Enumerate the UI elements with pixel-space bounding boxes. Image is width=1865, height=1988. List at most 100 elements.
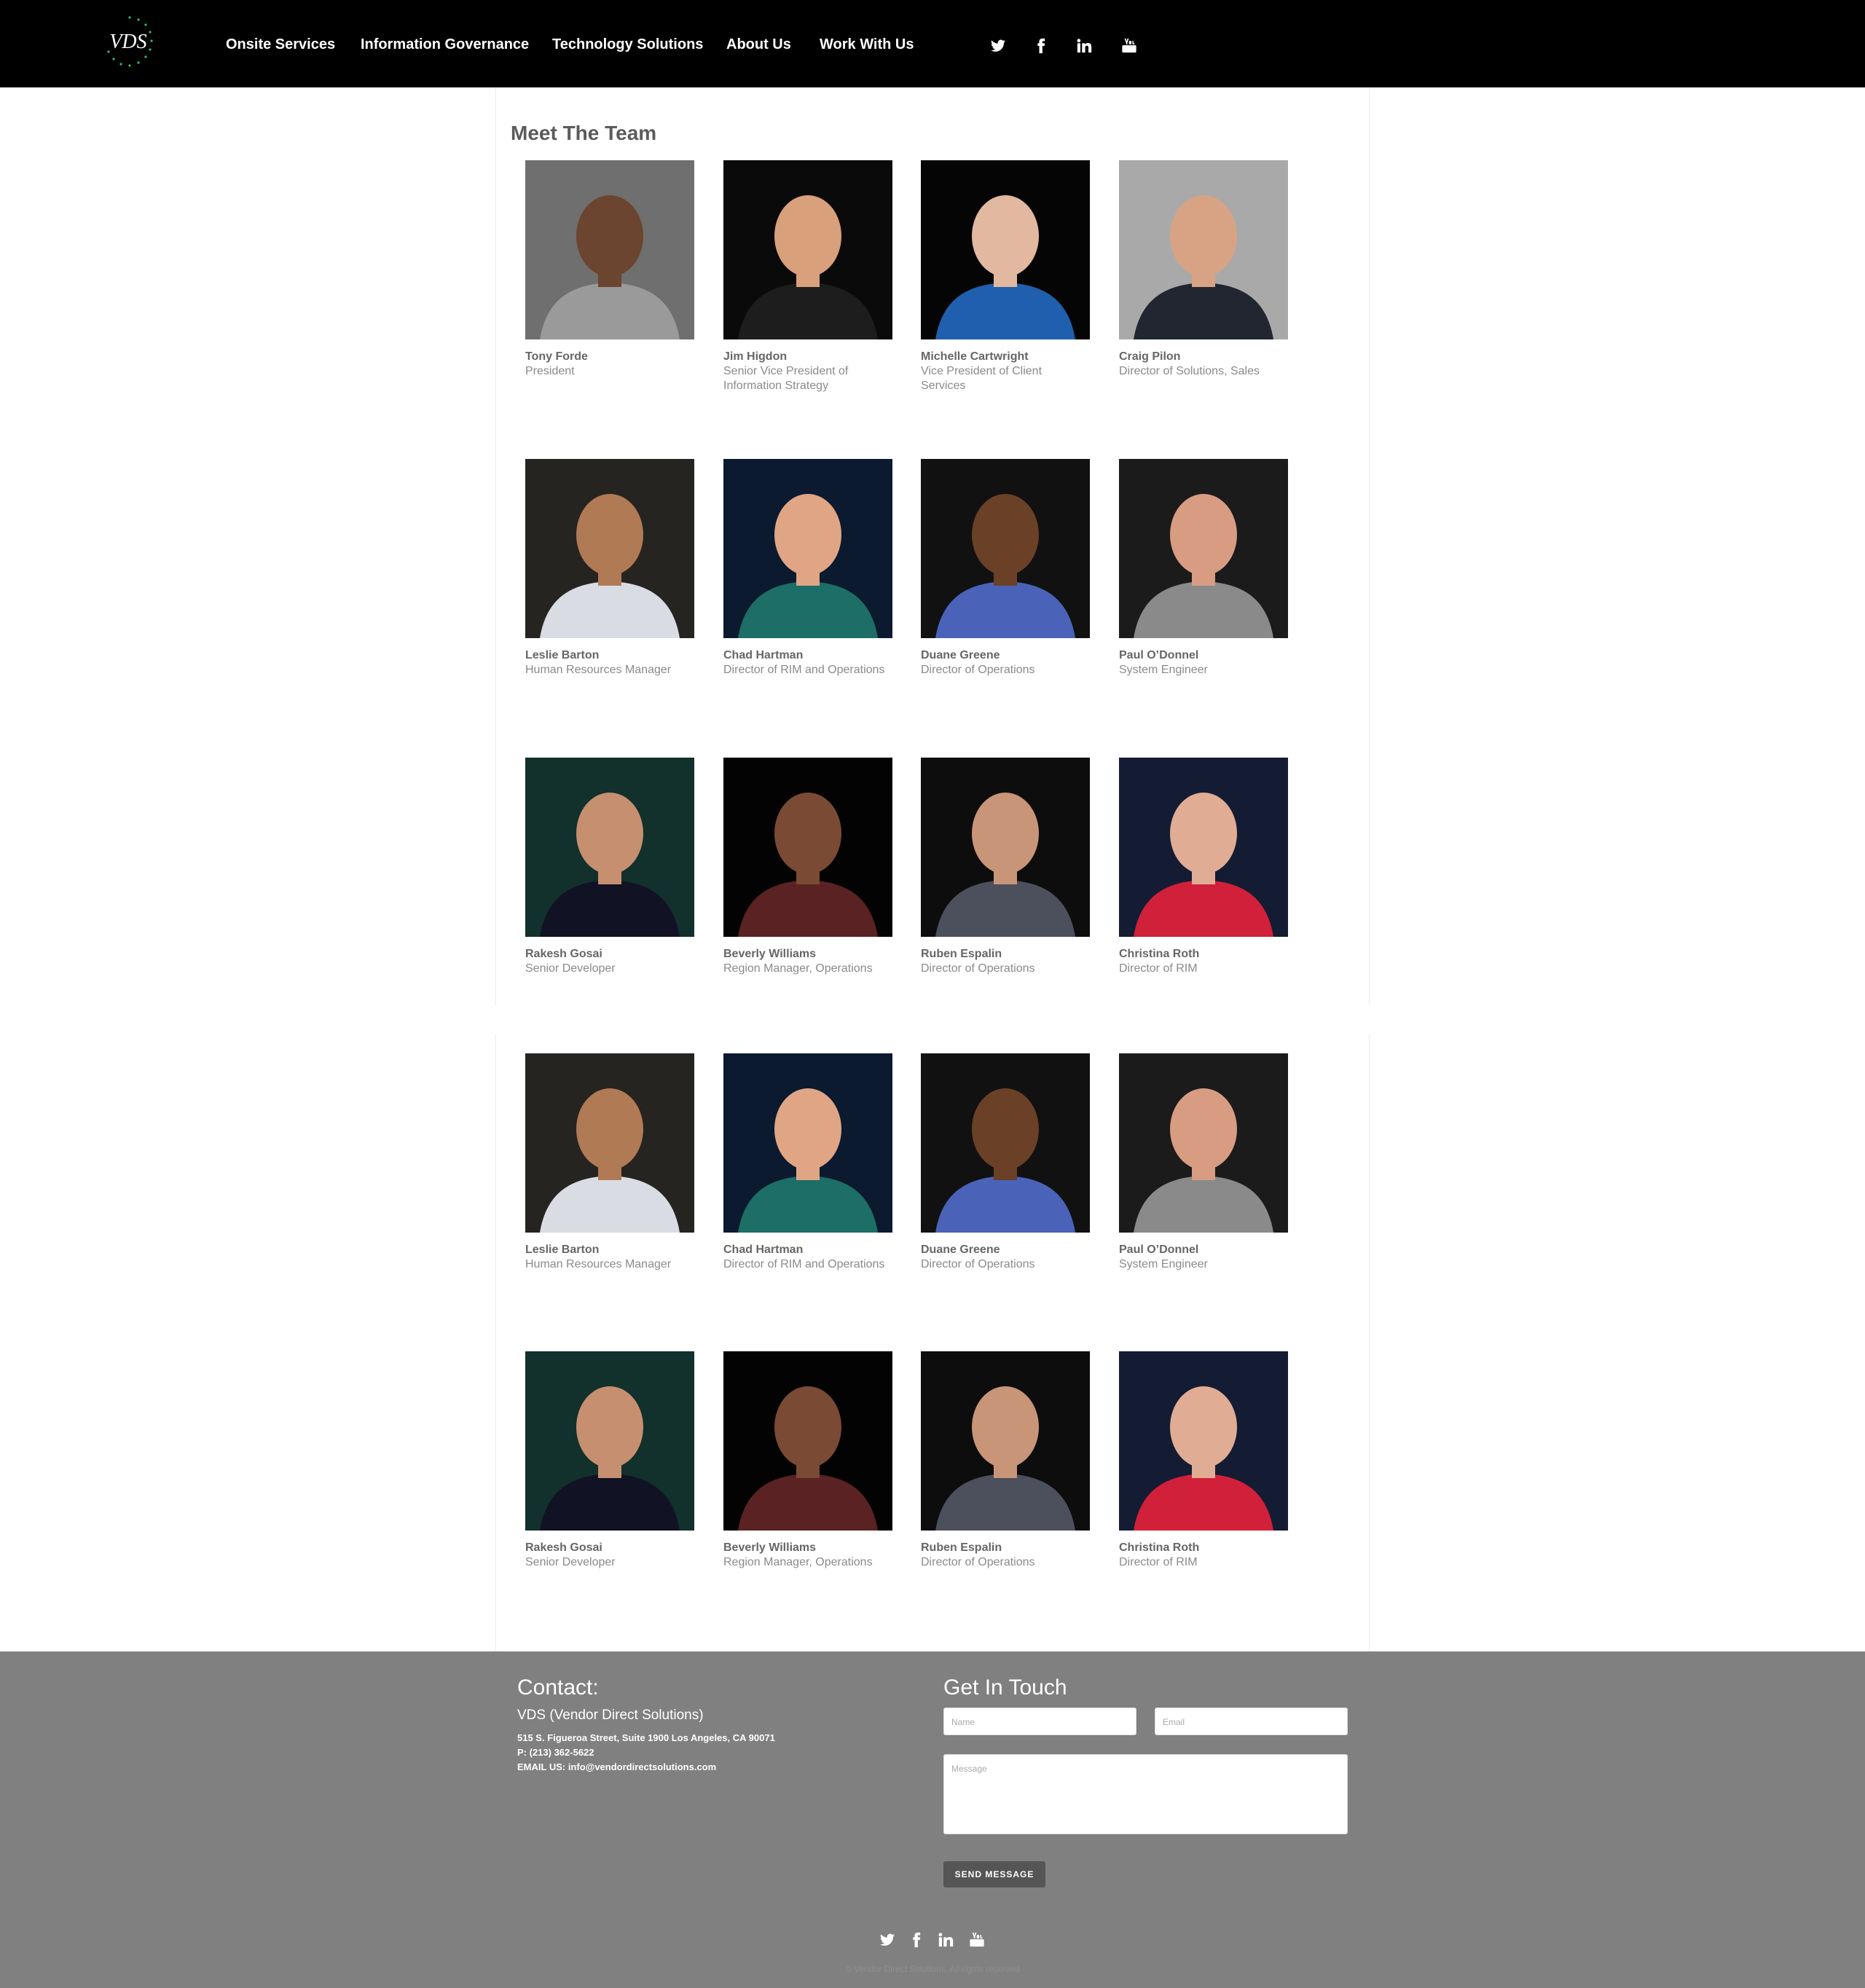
team-member-role: Director of Operations	[921, 1556, 1035, 1568]
nav-work-with-us[interactable]: Work With Us	[820, 36, 914, 53]
team-member-photo	[921, 1053, 1090, 1233]
team-member-photo	[525, 758, 694, 937]
team-member-role: Director of Operations	[921, 664, 1035, 676]
footer-linkedin-icon[interactable]	[935, 1929, 957, 1951]
team-member-card: Ruben Espalin Director of Operations	[921, 758, 1090, 976]
team-member-photo	[525, 1351, 694, 1531]
team-member-role: System Engineer	[1119, 664, 1208, 676]
company-name: VDS (Vendor Direct Solutions)	[517, 1708, 704, 1723]
message-textarea[interactable]: Message	[943, 1754, 1348, 1834]
send-message-button[interactable]: SEND MESSAGE	[943, 1861, 1045, 1887]
team-member-role: Vice President of Client	[921, 365, 1043, 377]
twitter-icon[interactable]	[987, 35, 1009, 57]
team-member-name: Jim Higdon	[723, 350, 788, 363]
team-member-photo	[921, 1351, 1090, 1531]
contact-phone: P: (213) 362-5622	[517, 1747, 594, 1758]
team-member-role: Senior Vice President of	[723, 365, 849, 377]
team-member-role: Director of Solutions, Sales	[1119, 365, 1260, 377]
team-member-role: Region Manager, Operations	[723, 962, 873, 975]
footer-facebook-icon[interactable]	[906, 1929, 927, 1951]
team-member-role: Region Manager, Operations	[723, 1556, 873, 1568]
team-member-card: Duane Greene Director of Operations	[921, 1053, 1090, 1272]
team-member-card: Michelle Cartwright Vice President of Cli…	[921, 160, 1090, 393]
team-member-photo	[525, 459, 694, 638]
nav-information-governance[interactable]: Information Governance	[361, 36, 529, 53]
team-member-name: Duane Greene	[921, 649, 1000, 661]
contact-heading: Contact:	[517, 1675, 599, 1700]
team-member-name: Michelle Cartwright	[921, 350, 1029, 363]
contact-address: 515 S. Figueroa Street, Suite 1900 Los A…	[517, 1732, 775, 1743]
footer-twitter-icon[interactable]	[876, 1929, 898, 1951]
site-footer	[0, 1651, 1865, 1988]
team-member-role: Director of RIM	[1119, 962, 1198, 975]
team-member-card: Rakesh Gosai Senior Developer	[525, 758, 694, 976]
name-input[interactable]: Name	[943, 1708, 1136, 1735]
team-member-photo	[921, 160, 1090, 339]
team-member-name: Ruben Espalin	[921, 1541, 1002, 1554]
facebook-icon[interactable]	[1030, 35, 1052, 57]
team-member-card: Paul O’Donnel System Engineer	[1119, 459, 1288, 677]
team-member-photo	[921, 459, 1090, 638]
team-member-role: Director of RIM	[1119, 1556, 1198, 1568]
team-member-card: Duane Greene Director of Operations	[921, 459, 1090, 677]
team-member-card: Leslie Barton Human Resources Manager	[525, 1053, 694, 1272]
team-member-photo	[525, 160, 694, 339]
email-input[interactable]: Email	[1155, 1708, 1348, 1735]
team-member-role: Director of Operations	[921, 1258, 1035, 1270]
nav-about-us[interactable]: About Us	[726, 36, 791, 53]
team-member-name: Leslie Barton	[525, 649, 600, 661]
nav-onsite-services[interactable]: Onsite Services	[226, 36, 335, 53]
team-member-role: Senior Developer	[525, 1556, 616, 1568]
vds-logo[interactable]: VDS	[101, 13, 159, 74]
team-member-photo	[1119, 459, 1288, 638]
team-member-name: Tony Forde	[525, 350, 588, 363]
linkedin-icon[interactable]	[1073, 35, 1095, 57]
team-member-card: Paul O’Donnel System Engineer	[1119, 1053, 1288, 1272]
team-member-card: Chad Hartman Director of RIM and Operatio…	[723, 459, 892, 677]
youtube-icon[interactable]	[1118, 35, 1140, 57]
team-member-card: Beverly Williams Region Manager, Operatio…	[723, 758, 892, 976]
team-member-card: Chad Hartman Director of RIM and Operatio…	[723, 1053, 892, 1272]
team-member-card: Christina Roth Director of RIM	[1119, 758, 1288, 976]
page-title: Meet The Team	[511, 122, 657, 144]
team-member-role: Information Strategy	[723, 380, 829, 392]
nav-technology-solutions[interactable]: Technology Solutions	[552, 36, 703, 53]
team-member-role: System Engineer	[1119, 1258, 1208, 1270]
team-member-name: Paul O’Donnel	[1119, 1244, 1199, 1256]
team-member-photo	[1119, 758, 1288, 937]
team-member-role: Human Resources Manager	[525, 1258, 672, 1270]
team-member-photo	[723, 1053, 892, 1233]
team-member-photo	[1119, 1351, 1288, 1531]
copyright-text: © Vendor Direct Solutions. All rights re…	[845, 1964, 1020, 1974]
contact-email[interactable]: EMAIL US: info@vendordirectsolutions.com	[517, 1761, 716, 1772]
team-member-card: Rakesh Gosai Senior Developer	[525, 1351, 694, 1570]
team-member-card: Tony Forde President	[525, 160, 694, 379]
logo-icon: VDS	[107, 16, 153, 67]
team-member-photo	[921, 758, 1090, 937]
team-member-role: Senior Developer	[525, 962, 616, 975]
site-header: VDS Onsite Services Information Governan…	[0, 0, 1865, 87]
team-member-role: Human Resources Manager	[525, 664, 672, 676]
team-member-card: Leslie Barton Human Resources Manager	[525, 459, 694, 677]
team-member-photo	[525, 1053, 694, 1233]
team-member-photo	[723, 459, 892, 638]
team-member-name: Craig Pilon	[1119, 350, 1181, 363]
team-member-photo	[723, 1351, 892, 1531]
team-member-photo	[1119, 1053, 1288, 1233]
team-member-card: Ruben Espalin Director of Operations	[921, 1351, 1090, 1570]
footer-youtube-icon[interactable]	[966, 1929, 988, 1951]
team-member-name: Christina Roth	[1119, 1541, 1200, 1554]
team-member-name: Chad Hartman	[723, 1244, 804, 1256]
team-member-photo	[723, 758, 892, 937]
team-member-name: Duane Greene	[921, 1244, 1000, 1256]
team-member-photo	[723, 160, 892, 339]
team-member-name: Chad Hartman	[723, 649, 804, 661]
team-member-card: Beverly Williams Region Manager, Operatio…	[723, 1351, 892, 1570]
team-member-name: Beverly Williams	[723, 1541, 817, 1554]
team-member-name: Leslie Barton	[525, 1244, 600, 1256]
team-member-role: Director of RIM and Operations	[723, 664, 885, 676]
team-member-name: Ruben Espalin	[921, 948, 1002, 960]
team-member-name: Rakesh Gosai	[525, 1541, 602, 1554]
team-member-role: Services	[921, 380, 966, 392]
team-member-name: Beverly Williams	[723, 948, 817, 960]
